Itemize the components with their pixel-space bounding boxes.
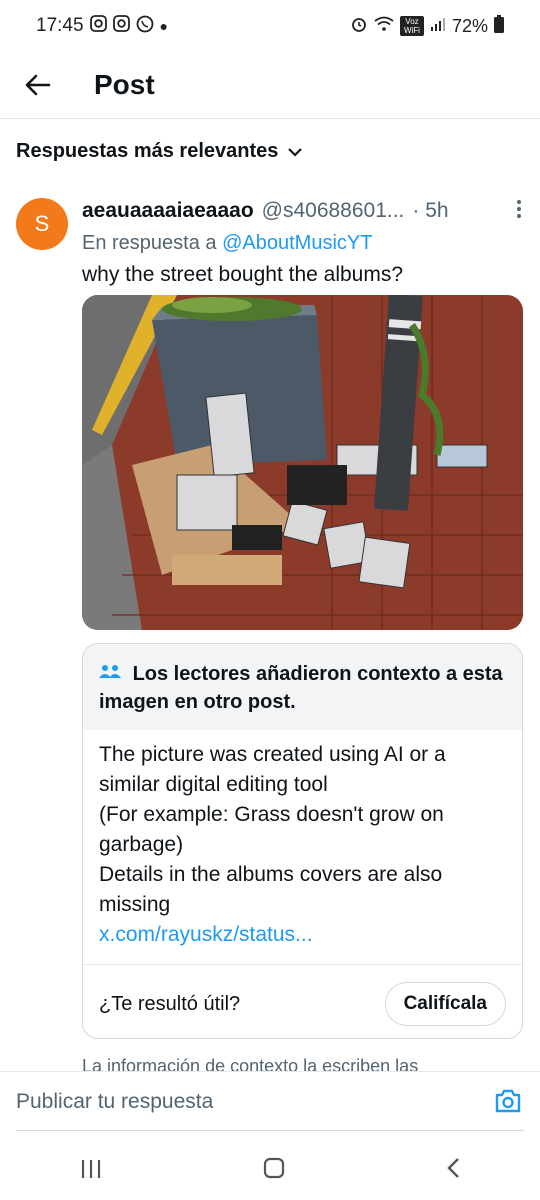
note-line: similar digital editing tool — [99, 773, 328, 796]
people-icon — [99, 663, 127, 685]
signal-icon — [430, 16, 446, 37]
note-line: (For example: Grass doesn't grow on — [99, 803, 444, 826]
status-bar: 17:45 ● Voz WiFi 72% — [0, 0, 540, 52]
instagram-icon — [112, 15, 130, 37]
chevron-down-icon — [288, 140, 303, 163]
wifi-icon — [374, 16, 394, 37]
battery-level: 72% — [451, 15, 488, 36]
alarm-icon — [350, 15, 368, 38]
system-nav-bar — [0, 1140, 540, 1200]
battery-icon — [494, 14, 504, 38]
note-line: The picture was created using AI or a — [99, 743, 446, 766]
dot-icon: ● — [159, 18, 169, 34]
sort-label: Respuestas más relevantes — [16, 140, 279, 162]
instagram-icon — [89, 15, 107, 37]
note-footer: ¿Te resultó útil? Califícala — [99, 982, 506, 1026]
more-vertical-icon[interactable] — [516, 199, 522, 224]
note-divider — [83, 964, 522, 965]
whatsapp-icon — [136, 15, 154, 38]
reply-underline — [16, 1130, 524, 1131]
top-app-bar: Post — [0, 52, 540, 118]
note-header: Los lectores añadieron contexto a esta i… — [83, 644, 522, 730]
rate-button[interactable]: Califícala — [384, 982, 506, 1026]
author-name[interactable]: aeauaaaaiaeaaao — [82, 199, 254, 223]
note-line: missing — [99, 893, 171, 916]
reply-prefix: En respuesta a — [82, 232, 217, 254]
reply-input[interactable]: Publicar tu respuesta — [16, 1090, 213, 1114]
volte-icon: Voz WiFi — [399, 16, 424, 36]
community-note: Los lectores añadieron contexto a esta i… — [82, 643, 523, 1039]
camera-icon[interactable] — [494, 1088, 522, 1116]
sort-replies-selector[interactable]: Respuestas más relevantes — [16, 140, 303, 163]
author-handle[interactable]: @s40688601... — [262, 199, 405, 223]
reply-composer: Publicar tu respuesta — [0, 1071, 540, 1132]
reply-to-link[interactable]: @AboutMusicYT — [222, 232, 372, 254]
note-line: garbage) — [99, 833, 184, 856]
status-time: 17:45 — [36, 15, 84, 36]
post-image[interactable] — [82, 295, 523, 630]
back-icon[interactable] — [446, 1155, 460, 1186]
post-text: why the street bought the albums? — [82, 263, 404, 286]
avatar[interactable]: S — [16, 198, 68, 250]
note-header-text: Los lectores añadieron contexto a esta i… — [99, 663, 503, 713]
recent-apps-icon[interactable] — [80, 1155, 102, 1186]
helpful-question: ¿Te resultó útil? — [99, 992, 241, 1015]
note-body: The picture was created using AI or a si… — [83, 730, 522, 920]
page-title: Post — [94, 69, 155, 100]
header-divider — [0, 118, 540, 119]
post-time: · 5h — [412, 199, 449, 222]
note-line: Details in the albums covers are also — [99, 863, 443, 886]
home-icon[interactable] — [263, 1155, 285, 1186]
note-source-link[interactable]: x.com/rayuskz/status... — [83, 920, 522, 950]
arrow-left-icon[interactable] — [18, 65, 58, 105]
context-info-text: La información de contexto la escriben l… — [82, 1056, 419, 1072]
reply-context: En respuesta a @AboutMusicYT — [82, 232, 522, 255]
